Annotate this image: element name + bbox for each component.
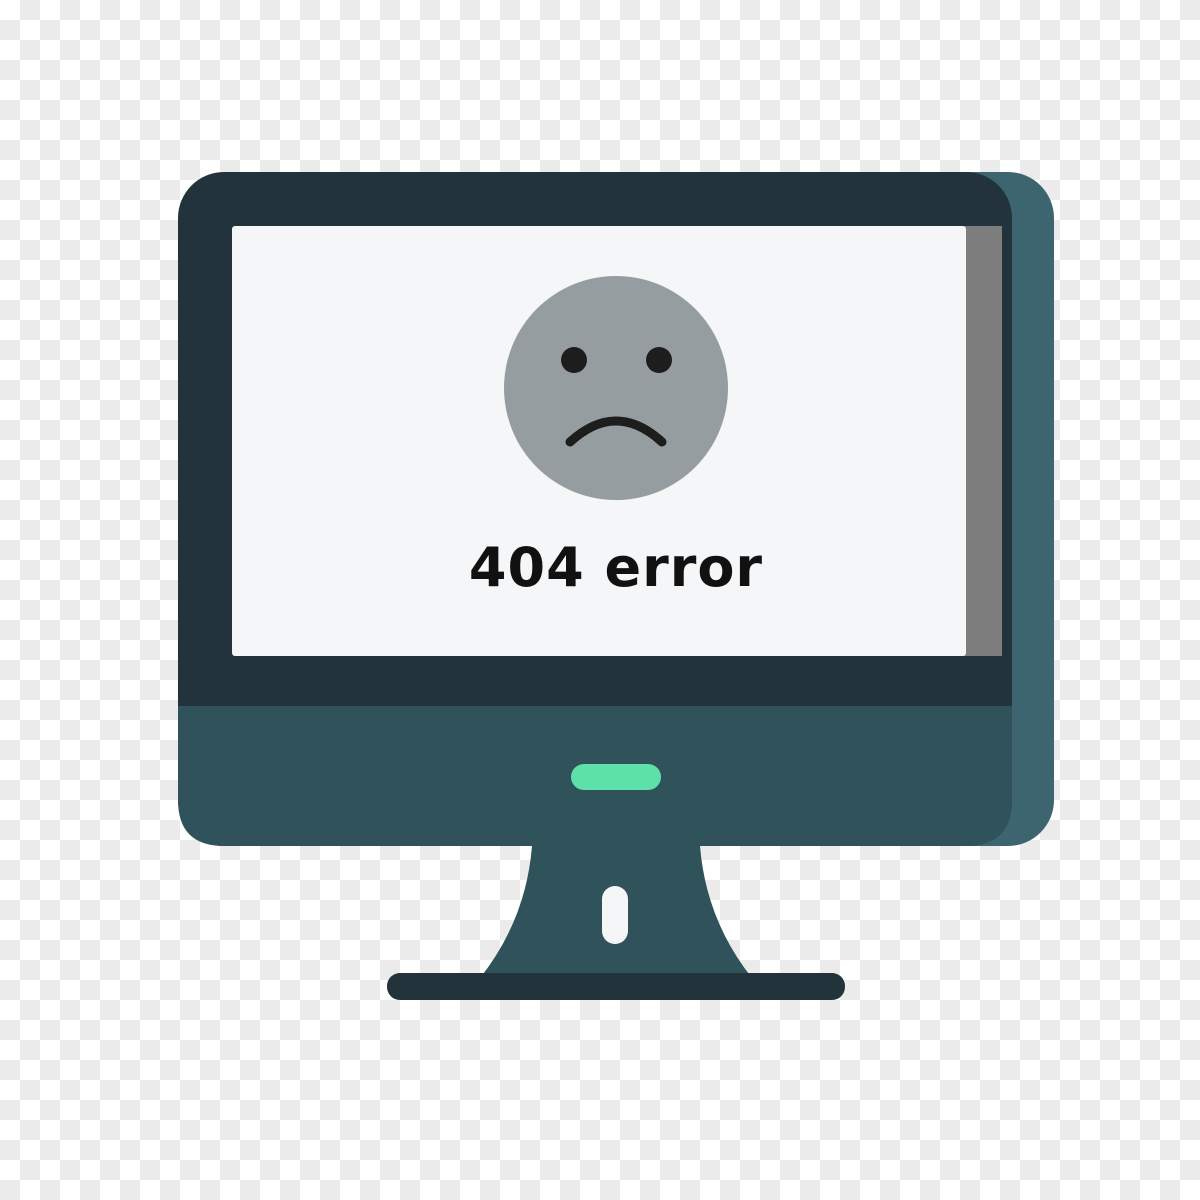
sad-face-icon: [504, 276, 728, 500]
left-eye: [561, 347, 587, 373]
error-message: 404 error: [468, 536, 764, 599]
power-light: [571, 764, 661, 790]
face-circle: [504, 276, 728, 500]
monitor-base: [387, 973, 845, 1000]
stand-slot: [602, 886, 628, 944]
right-eye: [646, 347, 672, 373]
